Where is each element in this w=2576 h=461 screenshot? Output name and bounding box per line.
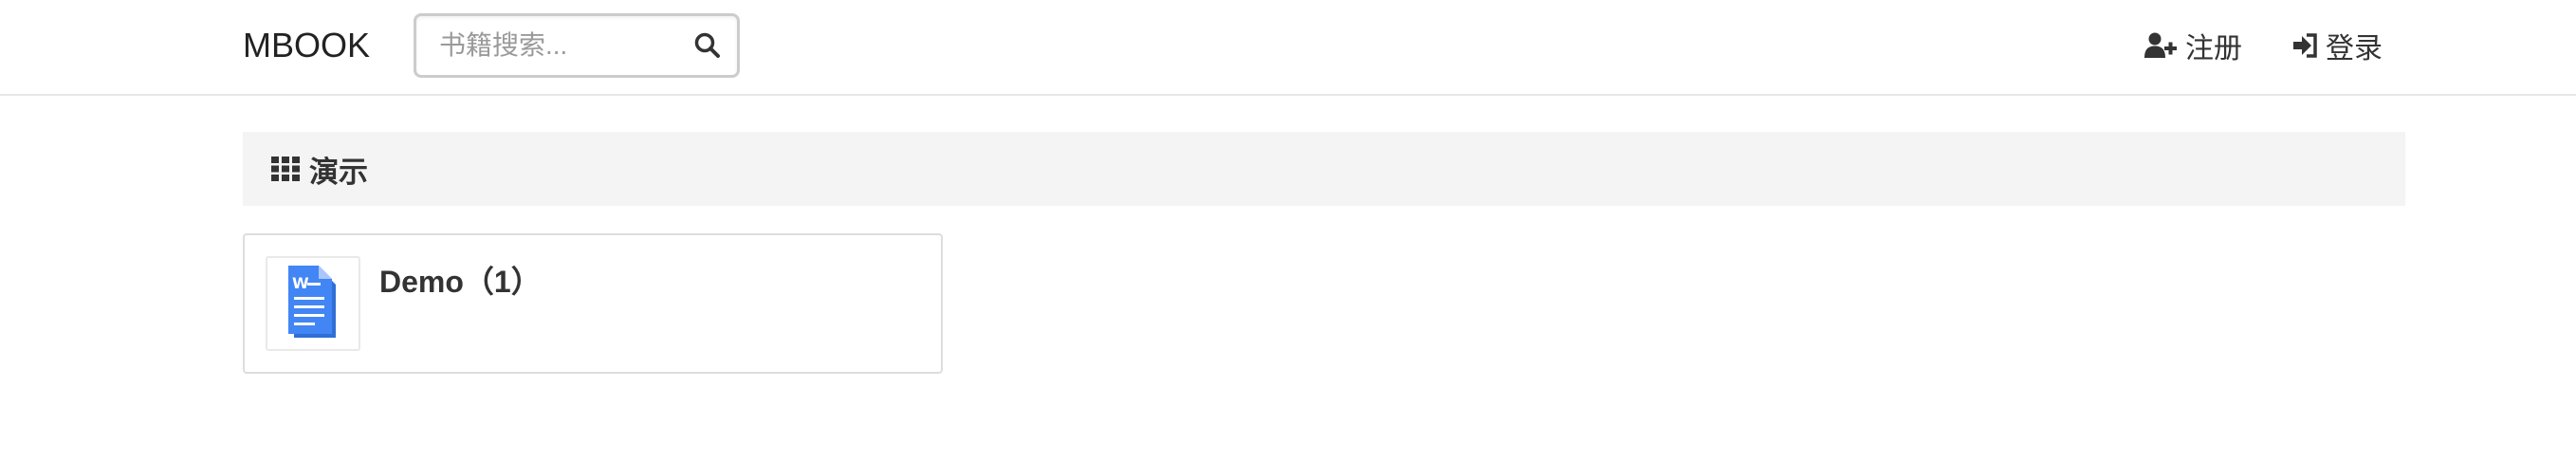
grid-icon bbox=[271, 157, 300, 181]
register-link[interactable]: 注册 bbox=[2144, 27, 2242, 65]
search-box bbox=[414, 13, 740, 78]
login-link[interactable]: 登录 bbox=[2291, 27, 2383, 65]
word-document-icon: W bbox=[288, 266, 336, 338]
sign-in-icon bbox=[2293, 33, 2317, 58]
search-icon bbox=[694, 32, 720, 58]
book-card[interactable]: W Demo（1） bbox=[243, 233, 943, 374]
category-header: 演示 bbox=[243, 132, 2405, 206]
category-title: 演示 bbox=[309, 155, 368, 189]
search-input[interactable] bbox=[416, 16, 682, 75]
user-plus-icon bbox=[2144, 32, 2177, 58]
brand-logo[interactable]: MBOOK bbox=[243, 25, 370, 66]
book-title[interactable]: Demo（1） bbox=[379, 258, 542, 302]
register-label: 注册 bbox=[2185, 33, 2242, 65]
svg-text:W: W bbox=[292, 274, 309, 292]
book-thumbnail[interactable]: W bbox=[266, 256, 360, 351]
top-navbar: MBOOK 注册 登录 bbox=[0, 0, 2576, 96]
search-button[interactable] bbox=[690, 28, 726, 64]
login-label: 登录 bbox=[2326, 33, 2383, 65]
